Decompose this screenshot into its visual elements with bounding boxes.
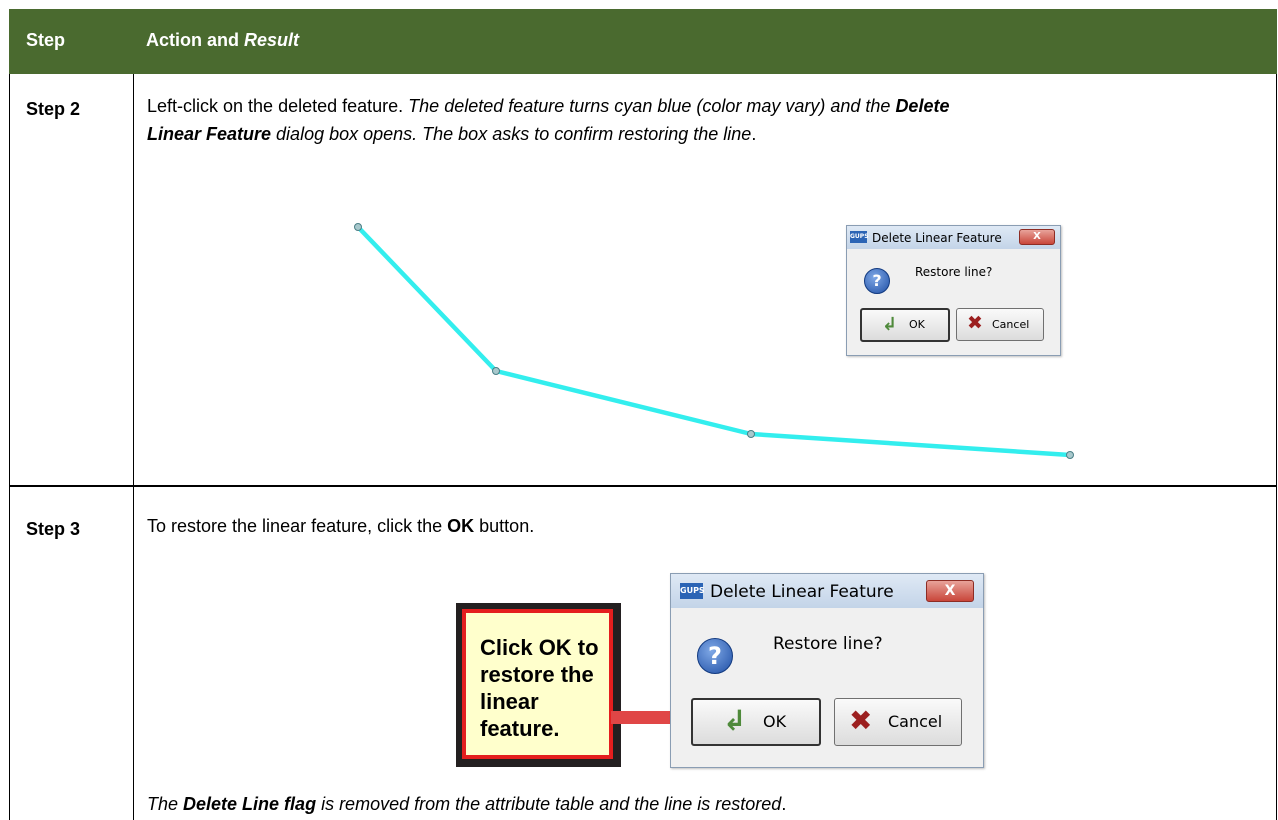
dialog-title-bar: GUPS Delete Linear Feature X <box>847 226 1060 249</box>
dialog-close-button[interactable]: X <box>1019 229 1055 245</box>
dialog-close-button[interactable]: X <box>926 580 974 602</box>
dialog-message: Restore line? <box>915 265 993 279</box>
callout-box: Click OK to restore the linear feature. <box>462 609 613 759</box>
dialog-message: Restore line? <box>773 634 883 654</box>
delete-linear-feature-dialog-small: GUPS Delete Linear Feature X ? Restore l… <box>846 225 1061 356</box>
gups-logo-icon: GUPS <box>850 231 869 243</box>
question-icon: ? <box>697 638 733 674</box>
deleted-feature-map <box>354 223 1074 459</box>
step-3-label: Step 3 <box>26 519 81 539</box>
line-vertex[interactable] <box>354 223 362 231</box>
line-vertex[interactable] <box>1066 451 1074 459</box>
ok-button-label: OK <box>763 712 787 731</box>
question-icon: ? <box>864 268 890 294</box>
step-3-text: To restore the linear feature, click the… <box>147 516 535 536</box>
delete-linear-feature-dialog-large: GUPS Delete Linear Feature X ? Restore l… <box>670 573 984 768</box>
step-3-result: The Delete Line flag is removed from the… <box>147 794 787 814</box>
cancel-button[interactable]: ✖ Cancel <box>834 698 962 746</box>
line-vertex[interactable] <box>492 367 500 375</box>
dialog-title-bar: GUPS Delete Linear Feature X <box>671 574 983 608</box>
dialog-title: Delete Linear Feature <box>872 231 1002 245</box>
ok-button[interactable]: ↲ OK <box>691 698 821 746</box>
red-x-icon: ✖ <box>967 312 983 334</box>
gups-logo-icon: GUPS <box>680 583 705 599</box>
red-x-icon: ✖ <box>849 704 873 737</box>
ok-button-label: OK <box>909 318 925 331</box>
cancel-button-label: Cancel <box>888 712 943 731</box>
callout-text: Click OK to restore the linear feature. <box>480 635 599 741</box>
instruction-callout: Click OK to restore the linear feature. <box>456 603 621 767</box>
green-arrow-icon: ↲ <box>882 314 898 335</box>
ok-button[interactable]: ↲ OK <box>860 308 950 342</box>
cancel-button-label: Cancel <box>992 318 1030 331</box>
dialog-title: Delete Linear Feature <box>710 582 894 602</box>
cancel-button[interactable]: ✖ Cancel <box>956 308 1044 341</box>
green-arrow-icon: ↲ <box>723 704 747 737</box>
line-vertex[interactable] <box>747 430 755 438</box>
